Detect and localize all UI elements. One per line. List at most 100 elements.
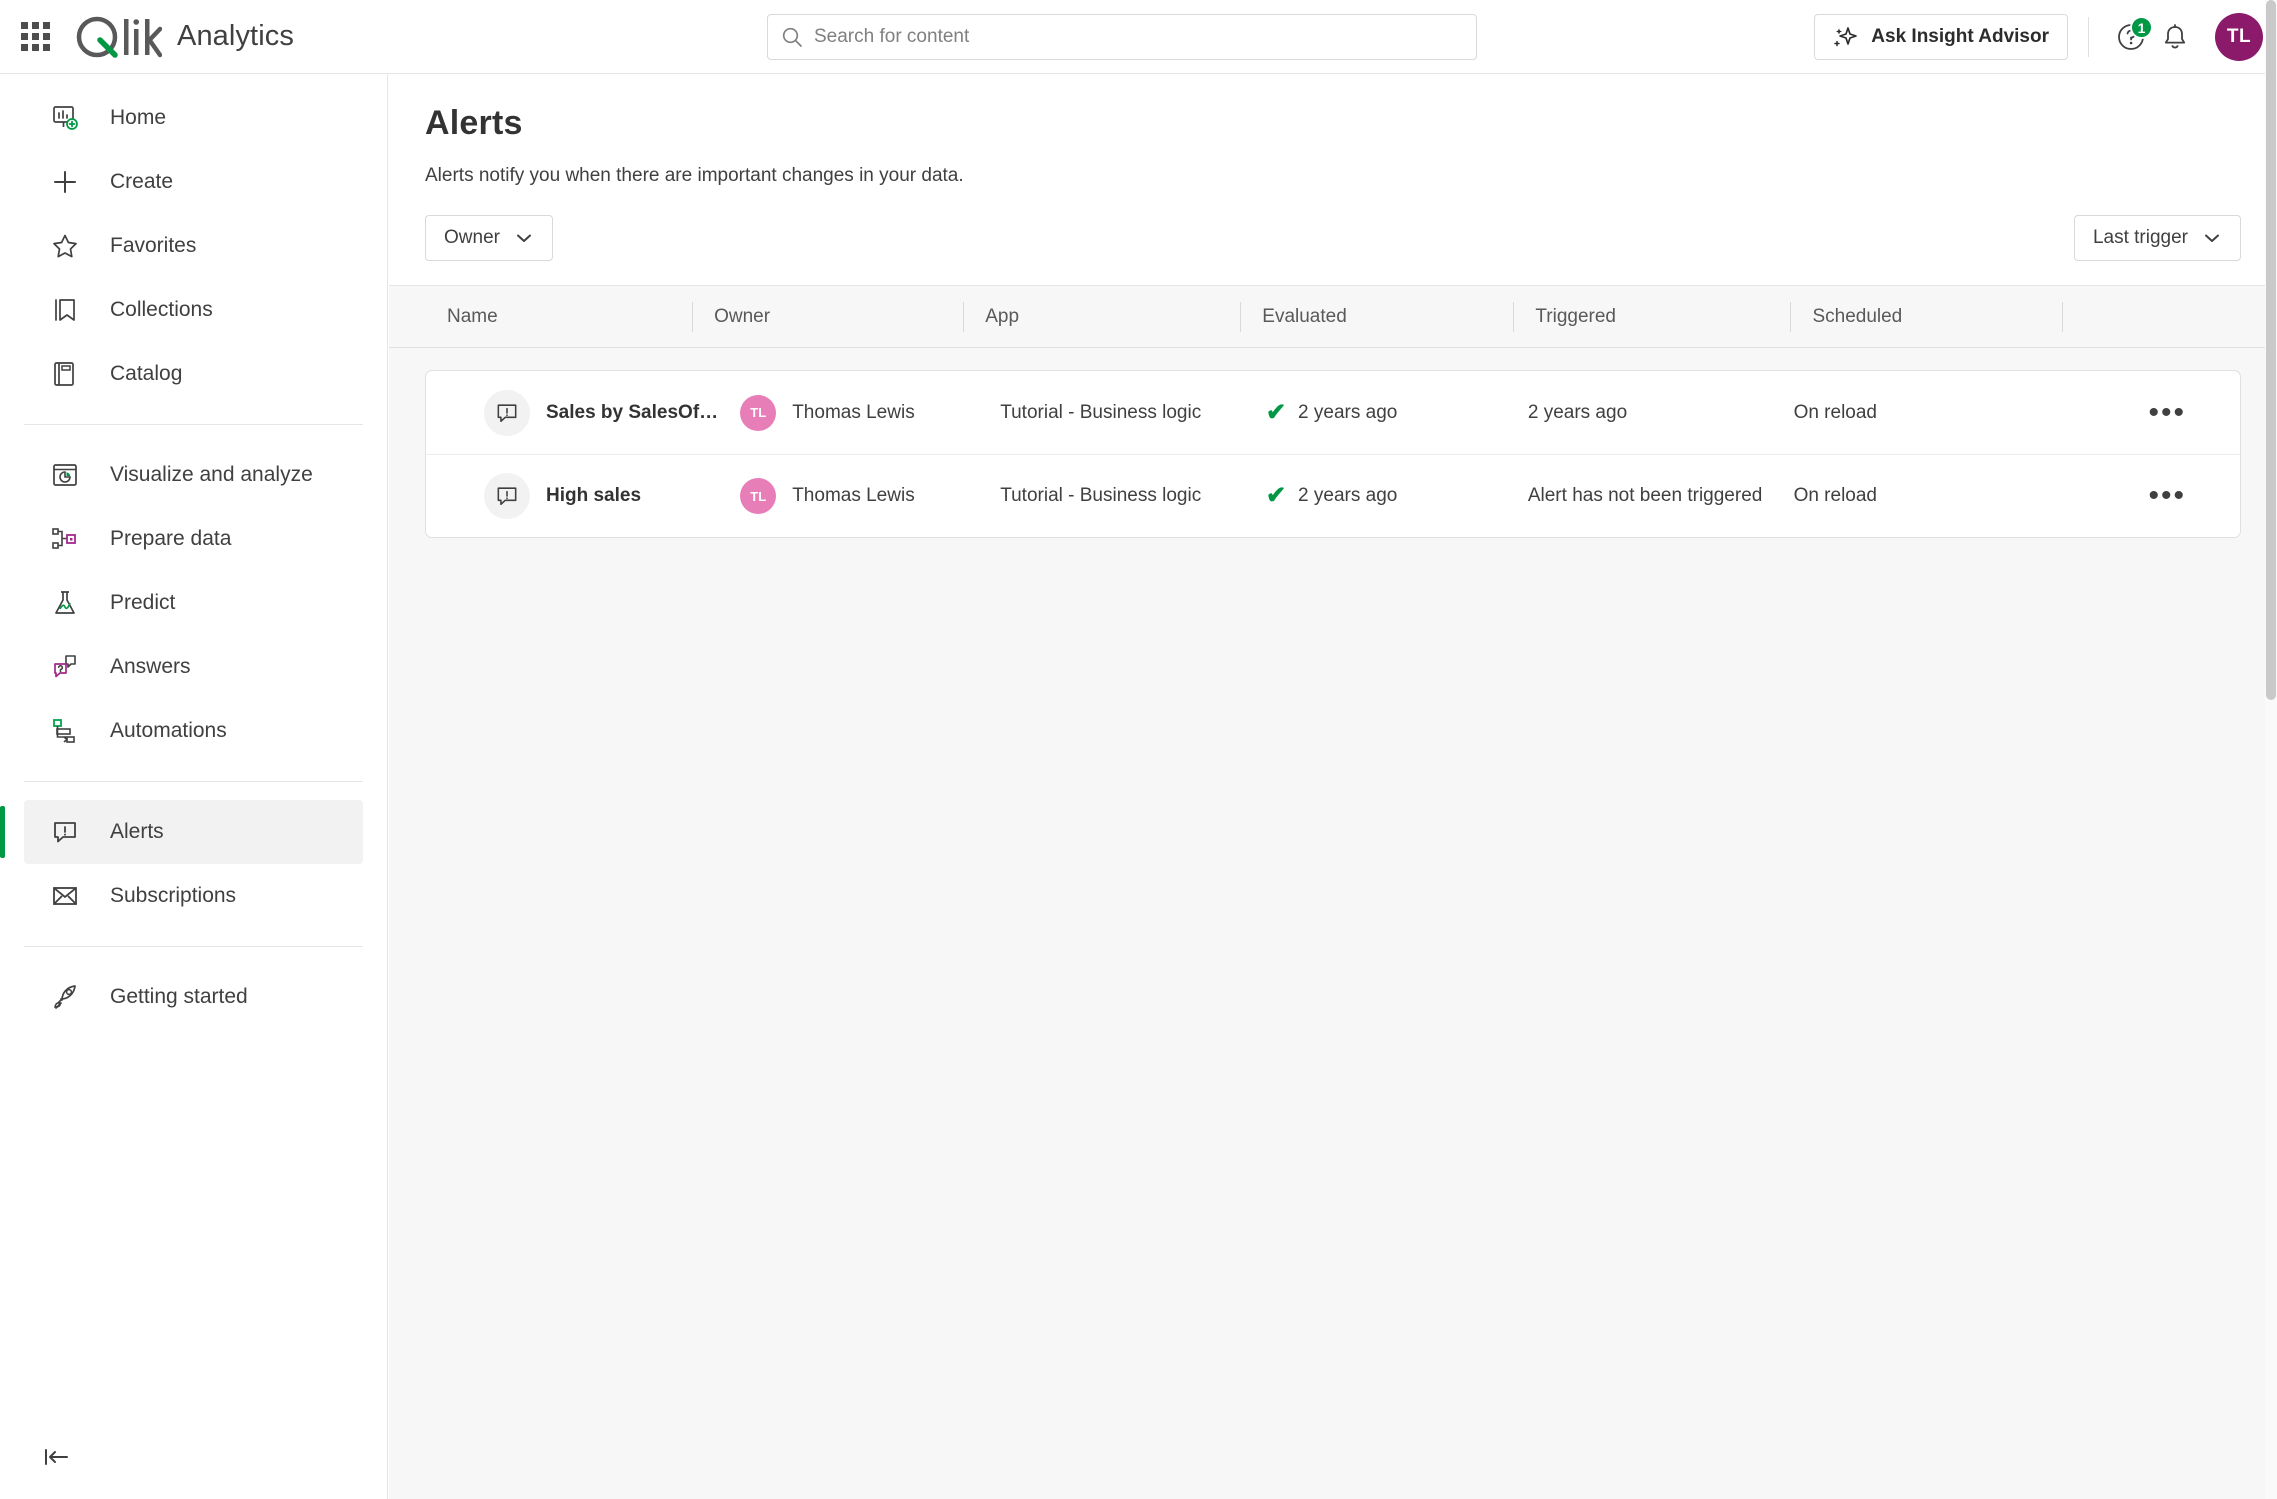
column-header-name[interactable]: Name bbox=[425, 286, 692, 347]
avatar: TL bbox=[740, 478, 777, 514]
sidebar-item-getting-started[interactable]: Getting started bbox=[24, 965, 363, 1029]
search-icon bbox=[782, 27, 802, 47]
alert-bubble-icon bbox=[484, 389, 530, 436]
app-name: Tutorial - Business logic bbox=[1000, 401, 1202, 423]
envelope-icon bbox=[48, 879, 82, 913]
cell-app[interactable]: Tutorial - Business logic bbox=[978, 485, 1244, 507]
more-horizontal-icon[interactable]: ••• bbox=[2148, 398, 2204, 428]
data-nodes-icon bbox=[48, 522, 82, 556]
cell-triggered: Alert has not been triggered bbox=[1506, 485, 1772, 507]
cell-owner: TL Thomas Lewis bbox=[718, 394, 978, 431]
page-scrollbar[interactable] bbox=[2265, 0, 2277, 1499]
sidebar-item-favorites[interactable]: Favorites bbox=[24, 214, 363, 278]
page-subtitle: Alerts notify you when there are importa… bbox=[425, 165, 964, 186]
main-content: Alerts Alerts notify you when there are … bbox=[389, 74, 2277, 1499]
table-row[interactable]: High sales TL Thomas Lewis Tutorial - Bu… bbox=[426, 454, 2240, 537]
evaluated-value: 2 years ago bbox=[1298, 401, 1398, 423]
sidebar-item-label: Prepare data bbox=[110, 527, 232, 550]
sidebar-item-label: Home bbox=[110, 106, 167, 129]
sort-dropdown[interactable]: Last trigger bbox=[2073, 215, 2241, 261]
sort-label: Last trigger bbox=[2092, 227, 2188, 248]
sidebar-item-prepare-data[interactable]: Prepare data bbox=[24, 507, 363, 571]
sidebar-item-automations[interactable]: Automations bbox=[24, 699, 363, 763]
sidebar-group-primary: Home Create Favorites Collections Catalo… bbox=[0, 74, 387, 418]
sidebar-item-answers[interactable]: Answers bbox=[24, 635, 363, 699]
collapse-sidebar-button[interactable] bbox=[32, 1433, 80, 1481]
bookmark-icon bbox=[48, 293, 82, 327]
owner-filter-label: Owner bbox=[444, 227, 500, 248]
owner-filter-dropdown[interactable]: Owner bbox=[425, 215, 553, 261]
sidebar-item-label: Subscriptions bbox=[110, 884, 237, 907]
sidebar-item-alerts[interactable]: Alerts bbox=[0, 800, 363, 864]
search-input[interactable] bbox=[814, 26, 1464, 48]
sidebar-item-label: Catalog bbox=[110, 362, 183, 385]
app-grid-icon[interactable] bbox=[18, 20, 52, 54]
collapse-left-icon bbox=[45, 1449, 68, 1465]
notifications-button[interactable] bbox=[2153, 15, 2197, 59]
more-horizontal-icon[interactable]: ••• bbox=[2148, 481, 2204, 511]
help-button[interactable]: 1 bbox=[2109, 15, 2153, 59]
triggered-value: Alert has not been triggered bbox=[1527, 485, 1763, 506]
user-avatar-initials: TL bbox=[2226, 26, 2252, 47]
sidebar-item-label: Predict bbox=[110, 591, 176, 614]
alert-name-link[interactable]: Sales by SalesOff… bbox=[546, 402, 718, 424]
check-icon: ✔ bbox=[1265, 484, 1287, 508]
sidebar-item-predict[interactable]: Predict bbox=[24, 571, 363, 635]
sidebar-item-collections[interactable]: Collections bbox=[24, 278, 363, 342]
table-row[interactable]: Sales by SalesOff… TL Thomas Lewis Tutor… bbox=[426, 371, 2240, 454]
chevron-down-icon bbox=[516, 234, 531, 242]
sidebar-navigation: Home Create Favorites Collections Catalo… bbox=[0, 74, 388, 1499]
sidebar-item-catalog[interactable]: Catalog bbox=[24, 342, 363, 406]
sidebar-item-label: Favorites bbox=[110, 234, 197, 257]
automation-flow-icon bbox=[48, 714, 82, 748]
page-title: Alerts bbox=[425, 104, 523, 142]
cell-evaluated: ✔ 2 years ago bbox=[1244, 484, 1506, 508]
toolbar-divider bbox=[2088, 17, 2089, 57]
triggered-value: 2 years ago bbox=[1527, 401, 1628, 423]
column-header-triggered[interactable]: Triggered bbox=[1513, 286, 1790, 347]
sidebar-item-label: Create bbox=[110, 170, 174, 193]
cell-owner: TL Thomas Lewis bbox=[718, 478, 978, 514]
column-header-app[interactable]: App bbox=[963, 286, 1240, 347]
avatar-initials: TL bbox=[750, 405, 767, 420]
cell-scheduled: On reload bbox=[1772, 402, 2032, 424]
cell-triggered: 2 years ago bbox=[1506, 402, 1772, 424]
column-header-scheduled[interactable]: Scheduled bbox=[1790, 286, 2061, 347]
cell-app[interactable]: Tutorial - Business logic bbox=[978, 402, 1244, 424]
alerts-table-card: Sales by SalesOff… TL Thomas Lewis Tutor… bbox=[425, 370, 2241, 538]
app-name: Tutorial - Business logic bbox=[1000, 485, 1202, 506]
column-header-owner[interactable]: Owner bbox=[692, 286, 963, 347]
column-header-evaluated[interactable]: Evaluated bbox=[1240, 286, 1513, 347]
qlik-logo-icon bbox=[76, 16, 162, 58]
page-header: Alerts Alerts notify you when there are … bbox=[389, 74, 2277, 187]
cell-name[interactable]: High sales bbox=[462, 473, 718, 519]
star-icon bbox=[48, 229, 82, 263]
scrollbar-thumb[interactable] bbox=[2266, 0, 2276, 700]
sidebar-item-label: Collections bbox=[110, 298, 213, 321]
chat-question-icon bbox=[48, 650, 82, 684]
help-badge: 1 bbox=[2130, 16, 2153, 39]
sidebar-divider bbox=[24, 424, 363, 425]
global-search[interactable] bbox=[767, 14, 1477, 60]
alert-bubble-icon bbox=[48, 815, 82, 849]
check-icon: ✔ bbox=[1265, 400, 1287, 425]
sparkle-icon bbox=[1834, 27, 1858, 47]
owner-name: Thomas Lewis bbox=[792, 401, 915, 423]
sidebar-divider bbox=[24, 781, 363, 782]
bell-icon bbox=[2164, 24, 2186, 49]
ask-insight-advisor-button[interactable]: Ask Insight Advisor bbox=[1814, 14, 2068, 60]
alert-name-link[interactable]: High sales bbox=[546, 485, 641, 507]
cell-name[interactable]: Sales by SalesOff… bbox=[462, 389, 718, 436]
brand-logo-link[interactable]: Analytics bbox=[70, 13, 294, 61]
cell-actions: ••• bbox=[2032, 481, 2204, 511]
sidebar-item-create[interactable]: Create bbox=[24, 150, 363, 214]
sidebar-item-home[interactable]: Home bbox=[24, 86, 363, 150]
sidebar-item-subscriptions[interactable]: Subscriptions bbox=[24, 864, 363, 928]
home-dashboard-icon bbox=[48, 101, 82, 135]
owner-name: Thomas Lewis bbox=[792, 485, 915, 506]
sidebar-item-visualize-and-analyze[interactable]: Visualize and analyze bbox=[24, 443, 363, 507]
book-icon bbox=[48, 357, 82, 391]
sidebar-divider bbox=[24, 946, 363, 947]
alert-bubble-icon bbox=[484, 473, 530, 519]
user-avatar[interactable]: TL bbox=[2215, 13, 2263, 61]
